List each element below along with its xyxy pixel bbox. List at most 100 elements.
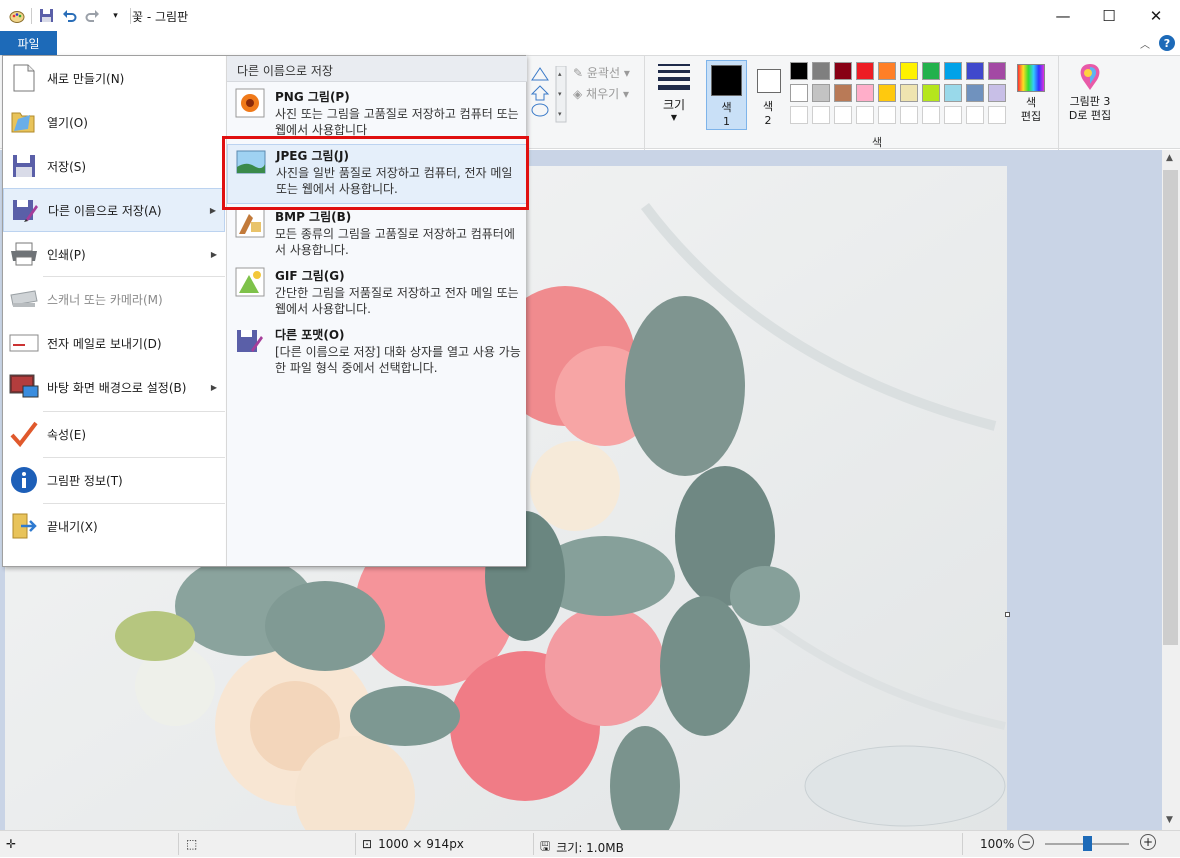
zoom-slider-thumb[interactable]: [1083, 836, 1092, 851]
menu-exit-label: 끝내기(X): [47, 519, 98, 534]
zoom-out-button[interactable]: −: [1018, 834, 1034, 850]
redo-icon[interactable]: [84, 7, 101, 24]
palette-swatch[interactable]: [966, 84, 984, 102]
collapse-ribbon-icon[interactable]: ︿: [1140, 36, 1150, 51]
divider: [1058, 56, 1059, 150]
canvas-resize-handle[interactable]: [1005, 612, 1010, 617]
palette-swatch[interactable]: [812, 106, 830, 124]
fill-button[interactable]: ◈ 채우기 ▾: [573, 85, 629, 102]
printer-icon: [9, 239, 39, 269]
palette-swatch[interactable]: [790, 84, 808, 102]
palette-swatch[interactable]: [944, 62, 962, 80]
undo-icon[interactable]: [61, 7, 78, 24]
palette-swatch[interactable]: [834, 62, 852, 80]
scroll-down-icon[interactable]: ▼: [1166, 815, 1173, 825]
bmp-image-icon: [235, 208, 267, 240]
save-as-gif[interactable]: GIF 그림(G) 간단한 그림을 저품질로 저장하고 전자 메일 또는 웹에서…: [227, 265, 527, 325]
menu-save-as[interactable]: 다른 이름으로 저장(A) ▶: [3, 188, 225, 232]
palette-swatch[interactable]: [900, 62, 918, 80]
menu-properties[interactable]: 속성(E): [3, 412, 225, 456]
maximize-button[interactable]: ☐: [1086, 0, 1132, 31]
image-dimensions: 1000 × 914px: [378, 837, 464, 851]
palette-swatch[interactable]: [790, 62, 808, 80]
menu-scanner-camera[interactable]: 스캐너 또는 카메라(M): [3, 277, 225, 321]
save-as-icon: [10, 195, 40, 225]
palette-swatch[interactable]: [878, 106, 896, 124]
outline-label: 윤곽선: [586, 66, 620, 80]
palette-swatch[interactable]: [790, 106, 808, 124]
save-as-other-format[interactable]: 다른 포맷(O) [다른 이름으로 저장] 대화 상자를 열고 사용 가능한 파…: [227, 324, 527, 384]
customize-toolbar-icon[interactable]: ▾: [107, 7, 124, 24]
menu-new[interactable]: 새로 만들기(N): [3, 56, 225, 100]
edit-in-paint3d-button[interactable]: 그림판 3 D로 편집: [1062, 62, 1118, 132]
fill-label: 채우기: [586, 87, 620, 101]
outline-button[interactable]: ✎ 윤곽선 ▾: [573, 64, 630, 81]
menu-send-email[interactable]: 전자 메일로 보내기(D): [3, 321, 225, 365]
close-button[interactable]: ✕: [1133, 0, 1179, 31]
png-image-icon: [235, 88, 267, 120]
palette-swatch[interactable]: [878, 62, 896, 80]
scroll-up-icon[interactable]: ▲: [1166, 153, 1173, 163]
menu-open[interactable]: 열기(O): [3, 100, 225, 144]
shapes-gallery[interactable]: ▴ ▾ ▾: [528, 66, 570, 124]
menu-set-desktop-background[interactable]: 바탕 화면 배경으로 설정(B) ▶: [3, 365, 225, 409]
zoom-in-button[interactable]: +: [1140, 834, 1156, 850]
palette-swatch[interactable]: [856, 62, 874, 80]
file-tab[interactable]: 파일: [0, 31, 57, 55]
paint-app-icon[interactable]: [8, 7, 25, 24]
scanner-icon: [9, 284, 39, 314]
menu-exit[interactable]: 끝내기(X): [3, 504, 225, 548]
save-as-bmp-desc: 모든 종류의 그림을 고품질로 저장하고 컴퓨터에서 사용합니다.: [275, 227, 515, 257]
palette-swatch[interactable]: [988, 62, 1006, 80]
menu-send-email-label: 전자 메일로 보내기(D): [47, 336, 162, 351]
palette-swatch[interactable]: [922, 106, 940, 124]
palette-swatch[interactable]: [922, 62, 940, 80]
scrollbar-thumb[interactable]: [1163, 170, 1178, 645]
color2-button[interactable]: 색 2: [751, 60, 785, 130]
palette-swatch[interactable]: [856, 106, 874, 124]
palette-swatch[interactable]: [988, 106, 1006, 124]
color1-button[interactable]: 색 1: [706, 60, 747, 130]
palette-swatch[interactable]: [944, 84, 962, 102]
edit-colors-button[interactable]: 색 편집: [1014, 62, 1048, 132]
ribbon-tab-row: ︿ ?: [0, 31, 1180, 55]
menu-about-paint[interactable]: 그림판 정보(T): [3, 458, 225, 502]
size-button[interactable]: 크기 ▼: [652, 60, 696, 128]
submenu-arrow-icon: ▶: [210, 249, 217, 259]
color1-label: 색 1: [721, 101, 732, 128]
palette-swatch[interactable]: [900, 84, 918, 102]
save-as-bmp[interactable]: BMP 그림(B) 모든 종류의 그림을 고품질로 저장하고 컴퓨터에서 사용합…: [227, 206, 527, 266]
palette-swatch[interactable]: [878, 84, 896, 102]
minimize-button[interactable]: —: [1040, 0, 1086, 31]
separator: [130, 7, 131, 24]
color-spectrum-icon: [1017, 64, 1045, 92]
palette-swatch[interactable]: [922, 84, 940, 102]
save-icon[interactable]: [38, 7, 55, 24]
palette-swatch[interactable]: [834, 106, 852, 124]
disk-icon: 🖫: [540, 839, 551, 853]
info-icon: [9, 465, 39, 495]
edit-colors-label: 색 편집: [1020, 96, 1042, 123]
menu-properties-label: 속성(E): [47, 427, 87, 442]
submenu-arrow-icon: ▶: [209, 205, 216, 215]
zoom-level: 100%: [980, 837, 1015, 851]
window-title: 꽃 - 그림판: [132, 10, 189, 24]
menu-save[interactable]: 저장(S): [3, 144, 225, 188]
color2-swatch: [757, 69, 781, 93]
palette-swatch[interactable]: [988, 84, 1006, 102]
checkmark-icon: [9, 419, 39, 449]
quick-access-toolbar: ▾: [8, 7, 131, 24]
menu-print[interactable]: 인쇄(P) ▶: [3, 232, 225, 276]
palette-swatch[interactable]: [812, 62, 830, 80]
palette-swatch[interactable]: [856, 84, 874, 102]
palette-swatch[interactable]: [812, 84, 830, 102]
menu-save-label: 저장(S): [47, 159, 87, 174]
palette-swatch[interactable]: [834, 84, 852, 102]
palette-swatch[interactable]: [966, 62, 984, 80]
help-icon[interactable]: ?: [1159, 35, 1175, 51]
palette-swatch[interactable]: [900, 106, 918, 124]
save-as-png-title: PNG 그림(P): [275, 90, 350, 104]
palette-swatch[interactable]: [966, 106, 984, 124]
palette-swatch[interactable]: [944, 106, 962, 124]
exit-icon: [9, 511, 39, 541]
